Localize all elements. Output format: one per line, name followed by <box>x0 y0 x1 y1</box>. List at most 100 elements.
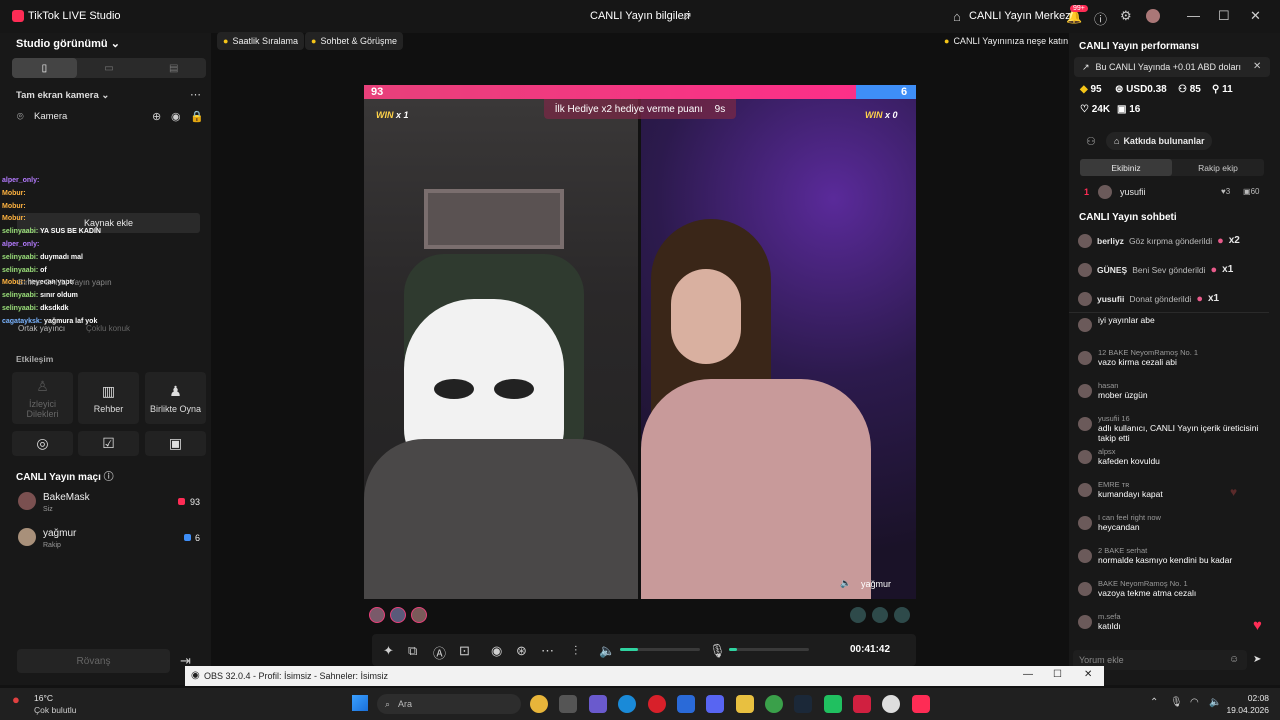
viewer-wishes-card[interactable]: ♙ İzleyici Dilekleri <box>12 372 73 424</box>
checklist-icon: ☑ <box>102 435 115 451</box>
tab-your-team[interactable]: Ekibiniz <box>1080 159 1172 176</box>
close-icon[interactable]: ✕ <box>1084 669 1092 680</box>
obs-title: OBS 32.0.4 - Profil: İsimsiz - Sahneler:… <box>204 671 389 681</box>
obs-window-bar[interactable]: ◉ OBS 32.0.4 - Profil: İsimsiz - Sahnele… <box>185 666 1104 686</box>
poll-card[interactable]: ◎ <box>12 431 73 456</box>
portrait-layout-icon[interactable]: ▯ <box>12 58 77 78</box>
sliders-icon[interactable]: ⫶ <box>574 643 577 659</box>
app-green-icon[interactable] <box>824 695 842 713</box>
crosshair-icon[interactable]: ⊕ <box>152 110 161 123</box>
close-icon[interactable]: ✕ <box>1253 61 1261 72</box>
chevron-down-icon: ⌄ <box>110 38 120 50</box>
record-icon[interactable]: ◉ <box>491 643 502 659</box>
mic-slider[interactable] <box>729 648 809 651</box>
eye-icon[interactable]: ◉ <box>171 110 181 123</box>
studio-view-dropdown[interactable]: Studio görünümü ⌄ <box>16 37 120 50</box>
lock-icon[interactable]: 🔒 <box>190 110 204 123</box>
search-bar[interactable]: ⌕ Ara <box>377 694 521 714</box>
layout-switch[interactable]: ▯ ▭ ▤ <box>12 58 206 78</box>
live-info-title[interactable]: CANLI Yayın bilgileri <box>590 10 690 22</box>
search-icon: ⌕ <box>385 698 391 709</box>
file-manager-icon[interactable] <box>559 695 577 713</box>
chat-overlay: alper_only: Mobur: Mobur: Mobur: selinya… <box>2 175 101 329</box>
obs-taskbar-icon[interactable] <box>882 695 900 713</box>
chat-meet-pill[interactable]: ● Sohbet & Görüşme <box>305 32 403 50</box>
opera-icon[interactable] <box>648 695 666 713</box>
chat-message: m.sefa katıldı <box>1078 612 1270 645</box>
win-right-label: WIN <box>865 110 883 120</box>
volume-slider[interactable] <box>620 648 700 651</box>
speaker-icon[interactable]: 🔈 <box>840 578 851 589</box>
minimize-icon[interactable]: — <box>1187 8 1200 23</box>
clock-time[interactable]: 02:08 <box>1229 693 1269 703</box>
multi-layout-icon[interactable]: ▤ <box>141 58 206 78</box>
youtube-icon[interactable] <box>853 695 871 713</box>
help-icon[interactable]: ⓘ <box>1094 9 1107 28</box>
like-heart-icon[interactable]: ♥ <box>1253 617 1262 634</box>
joy-pill[interactable]: ● CANLI Yayınınıza neşe katın <box>938 32 1074 50</box>
folder-icon[interactable] <box>736 695 754 713</box>
microphone-icon[interactable]: 🎙 <box>1170 697 1183 708</box>
live-center-link[interactable]: CANLI Yayın Merkezi <box>969 10 1073 22</box>
magic-wand-icon[interactable]: ✦ <box>383 643 394 659</box>
maximize-icon[interactable]: ☐ <box>1053 669 1062 680</box>
send-icon[interactable]: ➤ <box>1253 654 1261 665</box>
emoji-icon[interactable]: ☺ <box>1229 654 1239 665</box>
tab-rival-team[interactable]: Rakip ekip <box>1172 159 1264 176</box>
screen-icon[interactable]: ⊡ <box>459 643 470 659</box>
match-score: 93 <box>190 497 201 507</box>
landscape-layout-icon[interactable]: ▭ <box>77 58 142 78</box>
discord-icon[interactable] <box>706 695 724 713</box>
home-icon: ⌂ <box>953 9 961 24</box>
avatar[interactable] <box>1146 9 1160 23</box>
effects-icon[interactable]: ⧉ <box>408 643 417 659</box>
chat-text: vazo kirma cezali abi <box>1098 357 1177 367</box>
chevron-up-icon[interactable]: ⌃ <box>1150 697 1158 708</box>
rematch-button[interactable]: Rövanş <box>17 649 170 673</box>
ai-icon[interactable]: Ⓐ <box>433 643 446 662</box>
capture-icon[interactable]: ⊛ <box>516 643 527 659</box>
store-icon[interactable] <box>677 695 695 713</box>
contributors-button[interactable]: ⌂ Katkıda bulunanlar <box>1106 132 1213 150</box>
chat-message: iyi yayınlar abe <box>1078 315 1270 348</box>
camera-section-title[interactable]: Tam ekran kamera ⌄ <box>16 90 109 101</box>
team-red-icon <box>178 498 185 505</box>
camera-label[interactable]: Kamera <box>34 111 67 122</box>
chrome-alt-icon[interactable] <box>765 695 783 713</box>
more-icon[interactable]: ⋯ <box>541 643 554 659</box>
microphone-icon[interactable]: 🎙 <box>709 643 726 659</box>
tasks-card[interactable]: ☑ <box>78 431 139 456</box>
gear-icon[interactable]: ⚙ <box>1120 8 1132 24</box>
more-icon[interactable]: ⋯ <box>190 88 201 101</box>
temperature[interactable]: 16°C <box>34 693 53 703</box>
multi-guest-button[interactable]: Çoklu konuk <box>86 324 130 333</box>
close-icon[interactable]: ✕ <box>1250 8 1261 24</box>
windows-start-icon[interactable] <box>352 695 368 711</box>
play-together-card[interactable]: ♟ Birlikte Oyna <box>145 372 206 424</box>
guide-card[interactable]: ▥ Rehber <box>78 372 139 424</box>
minimize-icon[interactable]: — <box>1023 669 1033 680</box>
chrome-icon[interactable] <box>530 695 548 713</box>
box-card[interactable]: ▣ <box>145 431 206 456</box>
cohost-button[interactable]: Ortak yayıncı <box>18 324 65 333</box>
wifi-icon[interactable]: ◠ <box>1190 697 1199 708</box>
hourly-ranking-pill[interactable]: ● Saatlik Sıralama <box>217 32 304 50</box>
chat-text: mober üzgün <box>1098 390 1148 400</box>
maximize-icon[interactable]: ☐ <box>1218 8 1230 24</box>
joy-label: CANLI Yayınınıza neşe katın <box>953 36 1069 46</box>
teams-icon[interactable] <box>589 695 607 713</box>
share-icon[interactable]: ⇗ <box>682 9 692 23</box>
avatar <box>1078 549 1092 563</box>
chat-meet-label: Sohbet & Görüşme <box>320 36 397 46</box>
tiktok-taskbar-icon[interactable] <box>912 695 930 713</box>
heart-icon: ♡ <box>1080 104 1089 115</box>
edge-icon[interactable] <box>618 695 636 713</box>
volume-icon[interactable]: 🔈 <box>599 643 615 659</box>
overlay-chat-text: of <box>40 266 47 274</box>
avatar <box>1078 582 1092 596</box>
steam-icon[interactable] <box>794 695 812 713</box>
match-title: CANLI Yayın maçı ⓘ <box>16 468 114 483</box>
top-shape <box>641 379 871 599</box>
win-right-count: x 0 <box>885 110 898 120</box>
info-icon[interactable]: ⓘ <box>104 472 114 483</box>
